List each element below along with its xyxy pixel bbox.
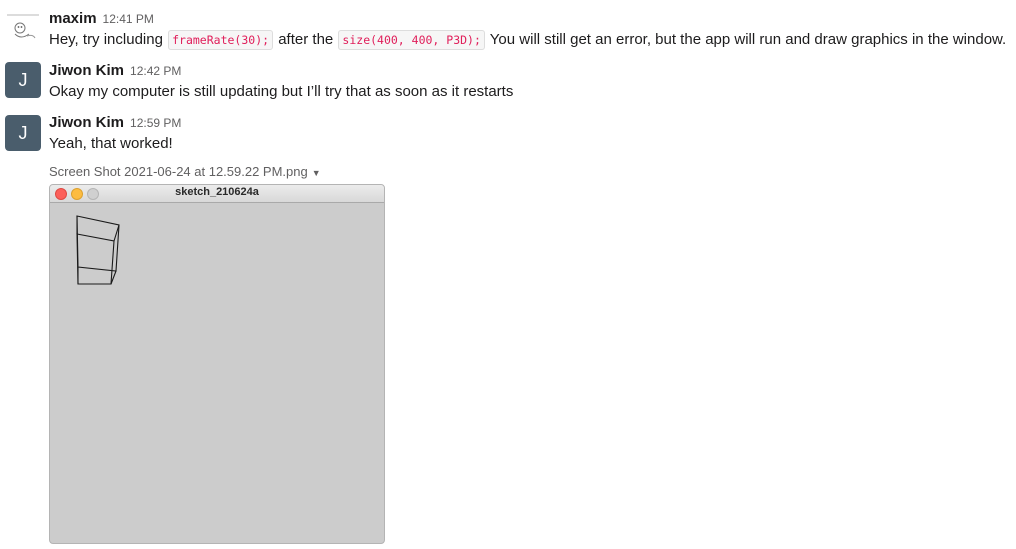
inline-code: size(400, 400, P3D); (338, 30, 485, 50)
attachment-file-name[interactable]: Screen Shot 2021-06-24 at 12.59.22 PM.pn… (49, 164, 321, 179)
timestamp[interactable]: 12:59 PM (130, 116, 181, 130)
attachment-image[interactable]: sketch_210624a (49, 184, 385, 544)
caret-down-icon[interactable]: ▼ (312, 168, 321, 178)
wireframe-cube-icon (76, 215, 120, 285)
author-name[interactable]: Jiwon Kim 12:42 PM (49, 62, 181, 79)
message-jiwon-1: J Jiwon Kim 12:42 PM Okay my computer is … (0, 58, 1016, 108)
avatar[interactable]: J (5, 62, 41, 98)
timestamp[interactable]: 12:42 PM (130, 64, 181, 78)
author-name[interactable]: Jiwon Kim 12:59 PM (49, 114, 181, 131)
message-text: Yeah, that worked! (49, 135, 173, 152)
message-maxim: maxim 12:41 PM Hey, try including frameRa… (0, 6, 1016, 56)
avatar-maxim[interactable] (5, 6, 41, 42)
timestamp[interactable]: 12:41 PM (103, 12, 154, 26)
window-title: sketch_210624a (175, 186, 259, 198)
message-text: Hey, try including frameRate(30); after … (49, 30, 1007, 50)
message-text: Okay my computer is still updating but I… (49, 83, 514, 100)
sketch-canvas (76, 215, 120, 285)
inline-code: frameRate(30); (168, 30, 274, 50)
message-jiwon-2: J Jiwon Kim 12:59 PM Yeah, that worked! (0, 110, 1016, 170)
author-name[interactable]: maxim 12:41 PM (49, 10, 154, 27)
avatar[interactable]: J (5, 115, 41, 151)
window-titlebar: sketch_210624a (50, 185, 384, 203)
